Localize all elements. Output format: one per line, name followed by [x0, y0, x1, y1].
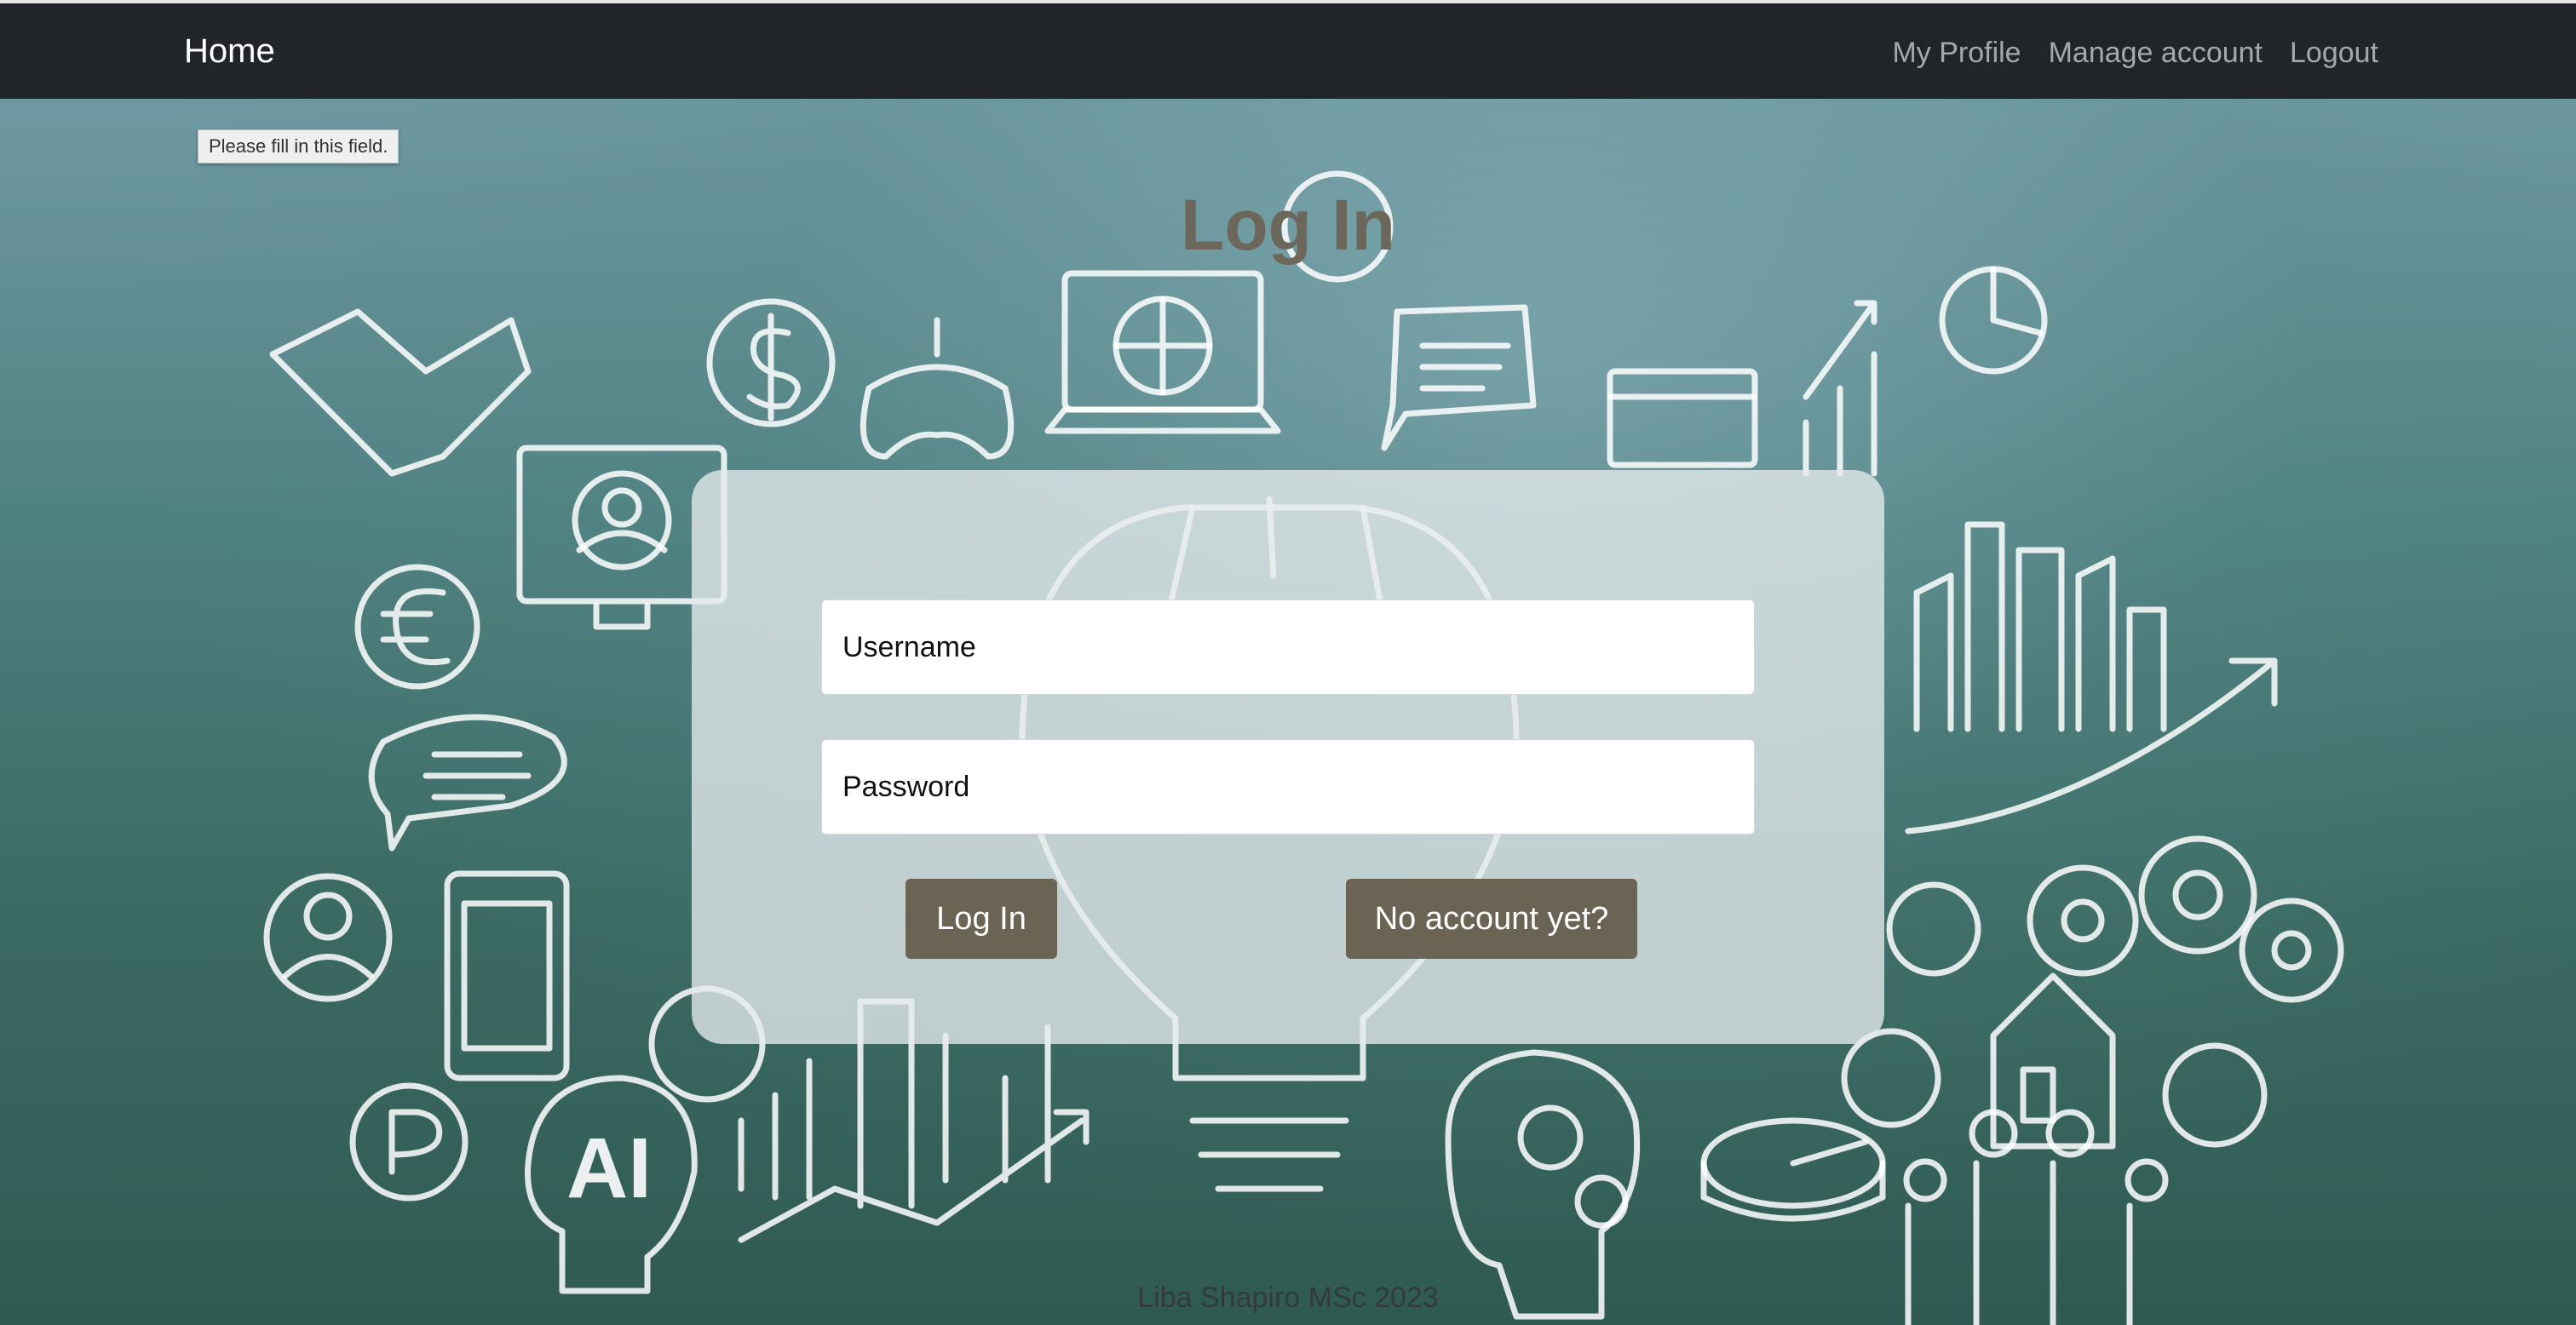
svg-text:AI: AI: [566, 1121, 652, 1216]
no-account-button[interactable]: No account yet?: [1346, 879, 1637, 959]
login-card: Log In No account yet?: [692, 470, 1884, 1044]
my-profile-link[interactable]: My Profile: [1892, 34, 2021, 72]
nav-links: My Profile Manage account Logout: [1892, 34, 2378, 72]
footer-text: Liba Shapiro MSc 2023: [1137, 1282, 1439, 1314]
logout-link[interactable]: Logout: [2290, 34, 2378, 72]
page-title: Log In: [1181, 185, 1395, 265]
manage-account-link[interactable]: Manage account: [2049, 34, 2263, 72]
home-link[interactable]: Home: [184, 31, 275, 72]
username-input[interactable]: [821, 599, 1755, 695]
navbar: Home My Profile Manage account Logout: [0, 0, 2576, 99]
password-input[interactable]: [821, 739, 1755, 835]
login-button[interactable]: Log In: [906, 879, 1057, 959]
validation-tooltip: Please fill in this field.: [198, 129, 400, 163]
